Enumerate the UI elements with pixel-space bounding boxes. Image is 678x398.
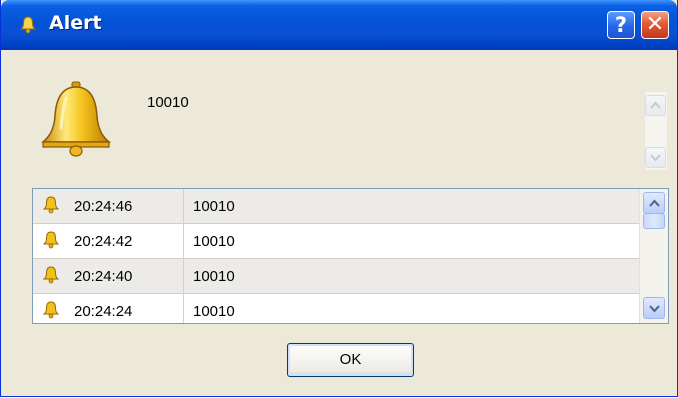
bell-icon	[43, 266, 59, 284]
time-cell: 20:24:40	[33, 259, 184, 293]
bell-icon	[43, 196, 59, 214]
bell-icon	[40, 81, 112, 157]
time-cell: 20:24:46	[33, 189, 184, 223]
title-bar[interactable]: Alert ? ✕	[1, 0, 677, 50]
message-scroll-down-button[interactable]	[645, 147, 666, 168]
alert-dialog: Alert ? ✕ 10010 20:24:46 10010 20:24:42 …	[0, 0, 678, 397]
alert-time: 20:24:24	[74, 303, 133, 320]
list-scroll-down-button[interactable]	[643, 297, 665, 319]
alert-history-list[interactable]: 20:24:46 10010 20:24:42 10010 20:24:40 1…	[32, 188, 669, 324]
alert-row-message: 10010	[193, 233, 235, 250]
alert-row-message: 10010	[193, 303, 235, 320]
bell-icon	[43, 231, 59, 249]
close-button[interactable]: ✕	[641, 11, 669, 39]
list-scroll-thumb[interactable]	[643, 213, 665, 229]
chevron-down-icon	[649, 305, 660, 313]
alert-row-message: 10010	[193, 198, 235, 215]
bell-icon	[19, 16, 37, 34]
chevron-up-icon	[649, 199, 660, 207]
time-cell: 20:24:24	[33, 294, 184, 323]
list-scrollbar[interactable]	[639, 189, 668, 323]
ok-button[interactable]: OK	[287, 343, 414, 377]
list-item[interactable]: 20:24:42 10010	[33, 224, 639, 259]
list-item[interactable]: 20:24:24 10010	[33, 294, 639, 323]
alert-time: 20:24:40	[74, 268, 133, 285]
alert-message: 10010	[147, 94, 189, 111]
time-cell: 20:24:42	[33, 224, 184, 258]
help-button[interactable]: ?	[607, 11, 635, 39]
chevron-down-icon	[650, 154, 661, 162]
bell-icon	[43, 301, 59, 319]
list-scroll-up-button[interactable]	[643, 192, 665, 214]
message-scrollbar[interactable]	[644, 92, 667, 170]
list-item[interactable]: 20:24:46 10010	[33, 189, 639, 224]
alert-row-message: 10010	[193, 268, 235, 285]
chevron-up-icon	[650, 101, 661, 109]
alert-time: 20:24:42	[74, 233, 133, 250]
window-title: Alert	[49, 12, 102, 34]
message-scroll-up-button[interactable]	[645, 95, 666, 116]
list-item[interactable]: 20:24:40 10010	[33, 259, 639, 294]
alert-time: 20:24:46	[74, 198, 133, 215]
